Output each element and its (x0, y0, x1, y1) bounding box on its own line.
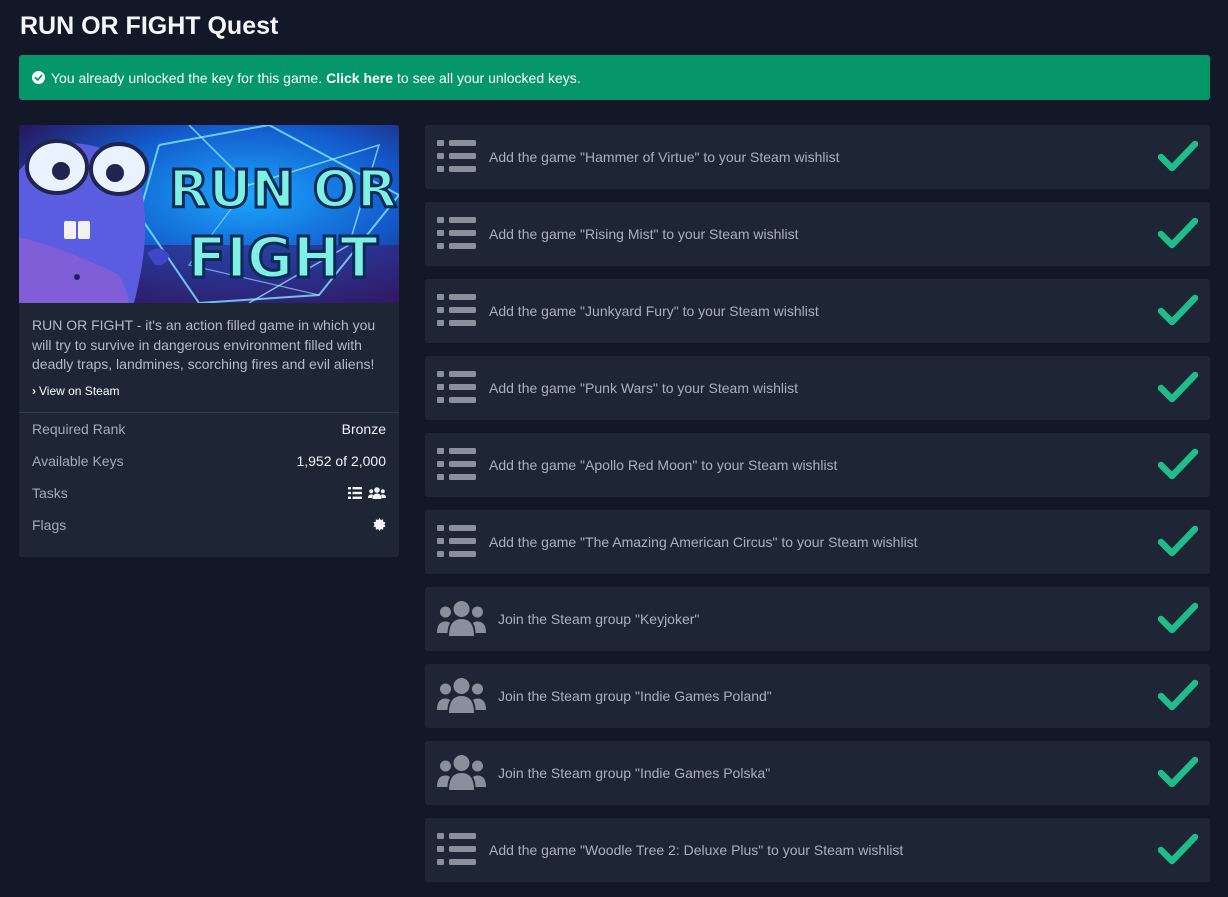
users-icon (368, 486, 386, 499)
task-text: Add the game "Woodle Tree 2: Deluxe Plus… (489, 842, 904, 858)
chevron-right-icon: › (32, 383, 36, 398)
list-icon (437, 447, 477, 486)
page-title: RUN OR FIGHT Quest (20, 12, 279, 40)
list-icon (437, 524, 477, 563)
task-text: Add the game "Apollo Red Moon" to your S… (489, 457, 838, 473)
task-row[interactable]: Add the game "Woodle Tree 2: Deluxe Plus… (425, 818, 1210, 882)
check-circle-icon (32, 71, 45, 84)
flags-label: Flags (32, 516, 67, 533)
task-row[interactable]: Add the game "The Amazing American Circu… (425, 510, 1210, 574)
list-icon (437, 370, 477, 409)
checkmark-icon (1157, 602, 1199, 641)
users-icon (437, 754, 486, 795)
task-row[interactable]: Add the game "Hammer of Virtue" to your … (425, 125, 1210, 189)
checkmark-icon (1157, 756, 1199, 795)
task-text: Join the Steam group "Indie Games Poland… (498, 688, 772, 704)
banner-title-line2: FIGHT (188, 226, 378, 291)
task-row[interactable]: Join the Steam group "Indie Games Poland… (425, 664, 1210, 728)
list-icon (437, 293, 477, 332)
list-icon (437, 139, 477, 178)
checkmark-icon (1157, 217, 1199, 256)
checkmark-icon (1157, 371, 1199, 410)
game-description: RUN OR FIGHT - it's an action filled gam… (32, 317, 376, 372)
task-row[interactable]: Add the game "Punk Wars" to your Steam w… (425, 356, 1210, 420)
keys-value: 1,952 of 2,000 (296, 452, 386, 469)
alert-text: You already unlocked the key for this ga… (51, 69, 323, 86)
rank-value: Bronze (341, 420, 386, 437)
unlocked-alert: You already unlocked the key for this ga… (19, 55, 1210, 100)
checkmark-icon (1157, 525, 1199, 564)
checkmark-icon (1157, 833, 1199, 872)
view-on-steam-link[interactable]: › View on Steam (19, 375, 399, 398)
game-banner-image: RUN OR FIGHT (19, 125, 399, 303)
info-row-tasks: Tasks (19, 477, 399, 509)
rank-label: Required Rank (32, 420, 126, 437)
task-row[interactable]: Add the game "Junkyard Fury" to your Ste… (425, 279, 1210, 343)
list-icon (437, 216, 477, 255)
task-text: Join the Steam group "Indie Games Polska… (498, 765, 771, 781)
keys-label: Available Keys (32, 452, 124, 469)
task-text: Join the Steam group "Keyjoker" (498, 611, 700, 627)
badge-icon (373, 518, 386, 531)
list-icon (348, 486, 362, 499)
view-on-steam-label: View on Steam (39, 383, 120, 398)
tasks-label: Tasks (32, 484, 68, 501)
checkmark-icon (1157, 679, 1199, 718)
task-row[interactable]: Add the game "Apollo Red Moon" to your S… (425, 433, 1210, 497)
task-row[interactable]: Join the Steam group "Indie Games Polska… (425, 741, 1210, 805)
info-row-rank: Required Rank Bronze (19, 413, 399, 445)
game-card: RUN OR FIGHT RUN OR FIGHT - it's an acti… (19, 125, 399, 557)
info-row-flags: Flags (19, 509, 399, 541)
list-icon (437, 832, 477, 871)
checkmark-icon (1157, 448, 1199, 487)
task-row[interactable]: Add the game "Rising Mist" to your Steam… (425, 202, 1210, 266)
task-list: Add the game "Hammer of Virtue" to your … (425, 125, 1210, 895)
users-icon (437, 600, 486, 641)
task-text: Add the game "The Amazing American Circu… (489, 534, 918, 550)
task-text: Add the game "Junkyard Fury" to your Ste… (489, 303, 819, 319)
checkmark-icon (1157, 294, 1199, 333)
task-row[interactable]: Join the Steam group "Keyjoker" (425, 587, 1210, 651)
users-icon (437, 677, 486, 718)
task-text: Add the game "Punk Wars" to your Steam w… (489, 380, 798, 396)
task-text: Add the game "Rising Mist" to your Steam… (489, 226, 799, 242)
banner-title-line1: RUN OR (169, 160, 397, 220)
task-text: Add the game "Hammer of Virtue" to your … (489, 149, 840, 165)
info-row-keys: Available Keys 1,952 of 2,000 (19, 445, 399, 477)
checkmark-icon (1157, 140, 1199, 179)
unlocked-keys-link[interactable]: Click here (326, 70, 393, 86)
alert-text-end: to see all your unlocked keys. (397, 69, 581, 86)
